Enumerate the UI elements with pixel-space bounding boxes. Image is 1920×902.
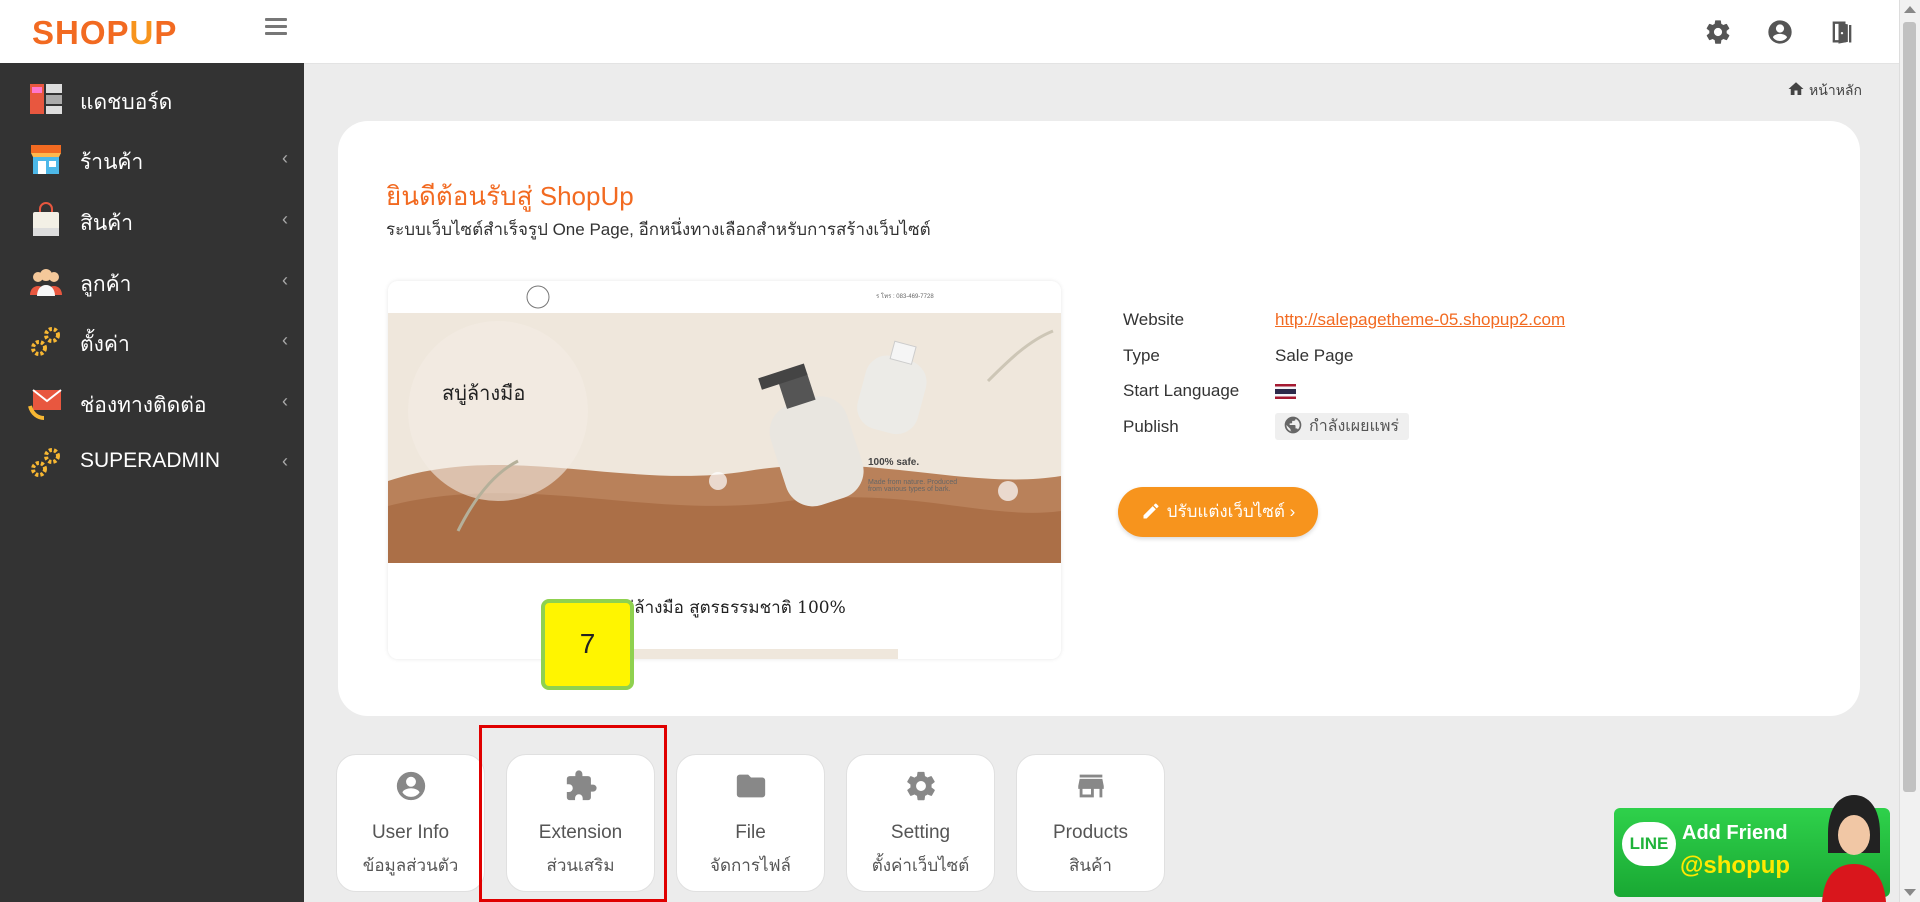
gear-icon [907,771,935,801]
user-icon[interactable] [1766,18,1794,46]
language-label: Start Language [1123,381,1240,400]
website-link[interactable]: http://salepagetheme-05.shopup2.com [1275,310,1565,330]
chevron-left-icon: ‹ [282,270,288,290]
sidebar-item-products[interactable]: สินค้า ‹ [0,189,304,249]
sidebar-item-contact[interactable]: ช่องทางติดต่อ ‹ [0,371,304,431]
welcome-title: ยินดีต้อนรับสู่ ShopUp [386,181,634,211]
tile-subtitle: ข้อมูลส่วนตัว [362,856,459,875]
tile-subtitle: ตั้งค่าเว็บไซต์ [871,856,970,875]
tile-title: File [735,822,766,843]
tile-title: Products [1053,822,1128,843]
storefront-icon [1078,774,1104,798]
sidebar-item-store[interactable]: ร้านค้า ‹ [0,128,304,188]
page-scrollbar[interactable] [1899,0,1920,902]
user-circle-icon [396,771,426,801]
website-preview[interactable]: ร โทร : 083-469-7728 สบู่ล้างมือ 100% sa… [388,281,1061,659]
sidebar-item-label: ช่องทางติดต่อ [80,394,207,417]
sidebar-item-label: ตั้งค่า [80,333,130,356]
sidebar-item-superadmin[interactable]: SUPERADMIN ‹ [0,431,304,491]
chevron-left-icon: ‹ [282,209,288,229]
tile-title: Setting [890,822,951,843]
thailand-flag-icon [1275,384,1296,399]
shopping-bag-icon [33,202,59,236]
sidebar: แดชบอร์ด ร้านค้า ‹ สินค้า ‹ ลูกค้า ‹ ตั้… [0,63,304,902]
scrollbar-thumb[interactable] [1903,22,1916,792]
mascot-avatar [1822,795,1886,902]
step-marker: 7 [541,599,634,690]
sidebar-item-customers[interactable]: ลูกค้า ‹ [0,250,304,310]
globe-icon [1284,416,1302,434]
customers-icon [30,269,62,296]
store-icon [31,145,61,174]
tile-products[interactable]: Products สินค้า [1016,754,1165,892]
menu-toggle-icon[interactable] [265,18,287,36]
tile-file[interactable]: File จัดการไฟล์ [676,754,825,892]
preview-bottom-heading: สบู่ล้างมือ สูตรธรรมชาติ 100% [613,598,846,618]
tile-subtitle: สินค้า [1069,856,1112,875]
sidebar-item-label: SUPERADMIN [80,449,221,472]
scroll-up-arrow-icon[interactable] [1904,6,1916,13]
welcome-subtitle: ระบบเว็บไซต์สำเร็จรูป One Page, อีกหนึ่ง… [386,220,931,239]
breadcrumb[interactable]: หน้าหลัก [1787,80,1862,102]
line-logo: LINE [1622,822,1676,866]
chevron-left-icon: ‹ [282,391,288,411]
preview-heading: สบู่ล้างมือ [442,383,526,405]
sidebar-item-label: แดชบอร์ด [80,91,173,114]
gears-icon [31,327,60,356]
line-banner-handle: @shopup [1680,852,1791,879]
customize-website-button[interactable]: ปรับแต่งเว็บไซต์ › [1118,487,1318,537]
sidebar-item-settings[interactable]: ตั้งค่า ‹ [0,310,304,370]
chevron-left-icon: ‹ [282,148,288,168]
shopup-logo[interactable]: SHOPUP [32,14,177,52]
breadcrumb-home: หน้าหลัก [1809,82,1862,98]
folder-icon [736,774,766,798]
website-label: Website [1123,310,1185,329]
preview-phone: ร โทร : 083-469-7728 [876,294,934,300]
chevron-left-icon: ‹ [282,451,288,471]
dashboard-icon [30,84,62,114]
publish-status-badge: กำลังเผยแพร่ [1275,413,1409,440]
logout-icon[interactable] [1828,18,1856,46]
publish-label: Publish [1123,417,1179,436]
type-label: Type [1123,346,1160,365]
sidebar-item-label: ลูกค้า [80,273,132,296]
scroll-down-arrow-icon[interactable] [1904,889,1916,896]
preview-safe-sub: Made from nature. Produced from various … [868,479,958,493]
preview-safe-text: 100% safe. [868,457,920,468]
top-bar: SHOPUP [0,0,1900,64]
tile-setting[interactable]: Setting ตั้งค่าเว็บไซต์ [846,754,995,892]
pencil-icon [1143,503,1159,519]
type-value: Sale Page [1275,346,1354,365]
gear-icon[interactable] [1704,18,1732,46]
sidebar-item-dashboard[interactable]: แดชบอร์ด [0,68,304,128]
extension-highlight-box [479,725,667,902]
home-icon [1788,82,1804,95]
gears-icon [31,448,60,477]
tile-user-info[interactable]: User Info ข้อมูลส่วนตัว [336,754,485,892]
tile-title: User Info [371,822,450,843]
chevron-left-icon: ‹ [282,330,288,350]
tile-subtitle: จัดการไฟล์ [710,856,791,875]
contact-mail-icon [28,389,62,420]
sidebar-item-label: ร้านค้า [80,151,144,174]
line-banner-title: Add Friend [1682,822,1788,844]
sidebar-item-label: สินค้า [80,212,134,235]
